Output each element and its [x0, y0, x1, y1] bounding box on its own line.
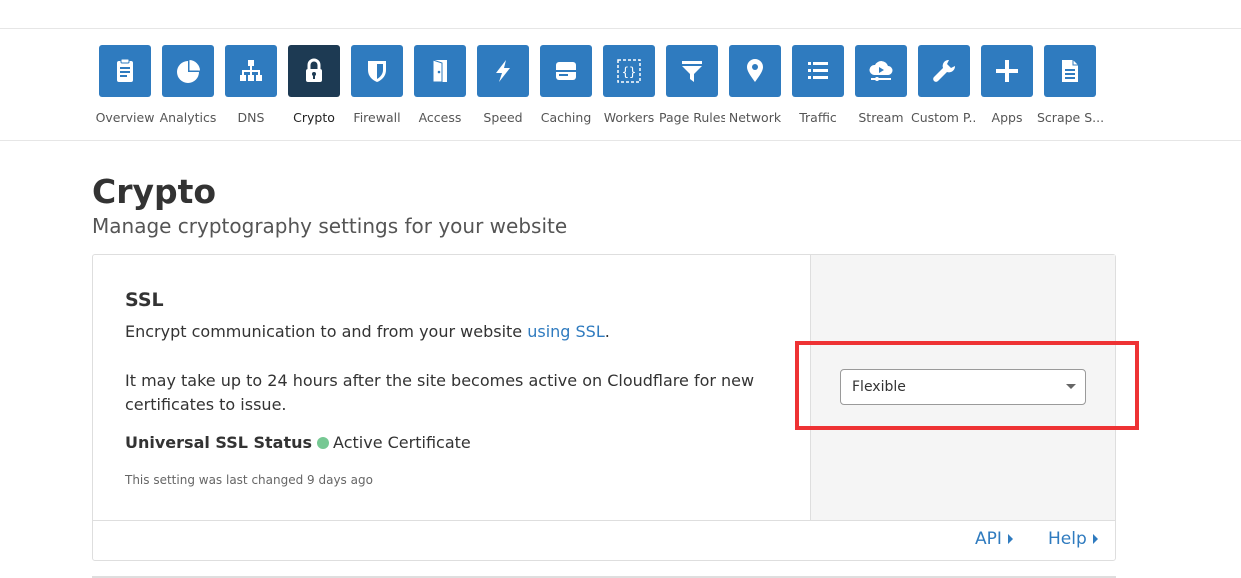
wrench-icon [933, 59, 956, 82]
crypto-tile [288, 45, 340, 97]
clipboard-icon [117, 58, 133, 82]
cloud-play-icon [869, 61, 893, 81]
nav-divider [0, 140, 1241, 141]
nav-label: Analytics [159, 110, 217, 125]
network-tile [729, 45, 781, 97]
highlight-annotation-box [795, 341, 1139, 430]
nav-item-workers[interactable]: {} Workers [596, 45, 662, 125]
apps-tile [981, 45, 1033, 97]
ssl-status-row: Universal SSL Status Active Certificate [125, 433, 471, 452]
nav-label: Stream [858, 110, 904, 125]
nav-label: Page Rules [659, 110, 725, 125]
map-pin-icon [747, 59, 763, 82]
page-rules-tile [666, 45, 718, 97]
svg-text:{}: {} [622, 65, 636, 79]
nav-label: Overview [95, 110, 155, 125]
ssl-issue-note: It may take up to 24 hours after the sit… [125, 371, 755, 414]
nav-label: Workers [603, 110, 655, 125]
status-dot-icon [317, 436, 330, 449]
nav-label: Access [418, 110, 462, 125]
nav-item-network[interactable]: Network [722, 45, 788, 125]
nav-item-overview[interactable]: Overview [92, 45, 158, 125]
lightning-icon [496, 60, 510, 82]
caching-tile [540, 45, 592, 97]
nav-label: Apps [991, 110, 1023, 125]
sitemap-icon [240, 60, 262, 81]
nav-label: Caching [540, 110, 592, 125]
ssl-title: SSL [125, 289, 164, 311]
nav-item-traffic[interactable]: Traffic [785, 45, 851, 125]
help-link-label: Help [1048, 529, 1087, 549]
nav-label: Speed [483, 110, 523, 125]
scrape-shield-tile [1044, 45, 1096, 97]
ssl-description: Encrypt communication to and from your w… [125, 321, 610, 343]
nav-label: Firewall [353, 110, 401, 125]
nav-label: Scrape S... [1037, 110, 1103, 125]
caret-right-icon [1007, 534, 1013, 544]
ssl-status-label: Universal SSL Status [125, 433, 313, 452]
access-tile [414, 45, 466, 97]
nav-label: Network [728, 110, 782, 125]
firewall-tile [351, 45, 403, 97]
nav-item-speed[interactable]: Speed [470, 45, 536, 125]
api-link[interactable]: API [975, 529, 1013, 549]
server-icon [556, 62, 576, 80]
pie-chart-icon [177, 60, 200, 83]
nav-item-stream[interactable]: Stream [848, 45, 914, 125]
ssl-card-content: SSL Encrypt communication to and from yo… [93, 255, 810, 520]
nav-item-page-rules[interactable]: Page Rules [659, 45, 725, 125]
nav-label: DNS [237, 110, 265, 125]
nav-item-dns[interactable]: DNS [218, 45, 284, 125]
help-link[interactable]: Help [1048, 529, 1098, 549]
page-subtitle: Manage cryptography settings for your we… [92, 214, 568, 238]
filter-icon [682, 61, 702, 82]
ssl-card-footer: API Help [93, 520, 1115, 560]
nav-label: Custom P... [911, 110, 977, 125]
caret-right-icon [1092, 534, 1098, 544]
page-title: Crypto [92, 172, 217, 211]
ssl-desc-suffix: . [604, 322, 610, 341]
document-icon [1062, 60, 1078, 82]
shield-icon [368, 61, 386, 82]
nav-item-scrape-shield[interactable]: Scrape S... [1037, 45, 1103, 125]
nav-label: Crypto [293, 110, 335, 125]
last-changed-text: This setting was last changed 9 days ago [125, 473, 373, 487]
nav-item-caching[interactable]: Caching [533, 45, 599, 125]
analytics-tile [162, 45, 214, 97]
workers-tile: {} [603, 45, 655, 97]
door-icon [432, 59, 447, 83]
nav-item-custom-pages[interactable]: Custom P... [911, 45, 977, 125]
dns-tile [225, 45, 277, 97]
stream-tile [855, 45, 907, 97]
nav-item-analytics[interactable]: Analytics [155, 45, 221, 125]
nav-item-apps[interactable]: Apps [974, 45, 1040, 125]
top-divider [0, 28, 1241, 29]
list-icon [808, 62, 828, 79]
lock-icon [306, 58, 322, 82]
nav-item-access[interactable]: Access [407, 45, 473, 125]
nav-item-crypto[interactable]: Crypto [281, 45, 347, 125]
plus-icon [996, 60, 1018, 82]
overview-tile [99, 45, 151, 97]
ssl-desc-prefix: Encrypt communication to and from your w… [125, 322, 528, 341]
code-braces-icon: {} [617, 59, 641, 83]
speed-tile [477, 45, 529, 97]
nav-item-firewall[interactable]: Firewall [344, 45, 410, 125]
custom-pages-tile [918, 45, 970, 97]
traffic-tile [792, 45, 844, 97]
using-ssl-link[interactable]: using SSL [527, 322, 605, 341]
nav-label: Traffic [799, 110, 837, 125]
api-link-label: API [975, 529, 1002, 549]
ssl-status-value: Active Certificate [333, 433, 471, 452]
